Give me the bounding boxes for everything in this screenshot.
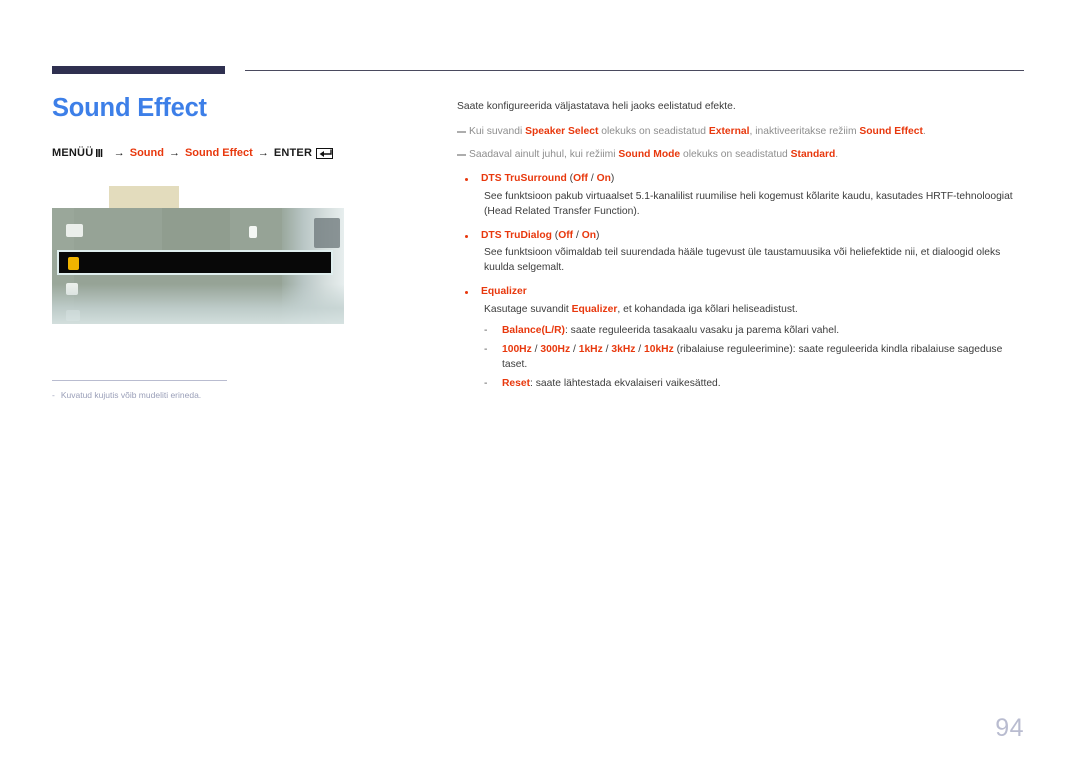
feature-bullet-options: (Off / On) <box>566 172 615 184</box>
text-run: / <box>635 344 644 356</box>
screenshot-caption-rule <box>52 380 227 381</box>
emphasis-term: Sound Effect <box>859 125 923 137</box>
feature-option-value: On <box>581 229 597 241</box>
text-run: / <box>570 344 579 356</box>
feature-bullet-header: Equalizer <box>457 285 1024 300</box>
note-item: Saadaval ainult juhul, kui režiimi Sound… <box>457 148 1024 163</box>
text-run: olekuks on seadistatud <box>680 148 791 160</box>
text-run: , et kohandada iga kõlari heliseadistust… <box>617 304 798 316</box>
sub-item-text: 100Hz / 300Hz / 1kHz / 3kHz / 10kHz (rib… <box>502 343 1024 373</box>
menu-path-step-sound: Sound <box>129 147 164 160</box>
tv-menu-tab-highlight <box>109 186 179 210</box>
text-run: Saadaval ainult juhul, kui režiimi <box>469 148 619 160</box>
tv-menu-panel-column <box>162 208 230 252</box>
note-dash-icon <box>457 153 466 156</box>
emphasis-term: Sound Mode <box>618 148 681 160</box>
emphasis-term: 3kHz <box>611 344 636 356</box>
emphasis-term: Speaker Select <box>525 125 599 137</box>
sub-dash-icon: - <box>484 344 488 356</box>
tv-menu-selected-row <box>57 250 333 275</box>
text-run: : saate lähtestada ekvalaiseri vaikesätt… <box>530 377 721 389</box>
emphasis-term: 10kHz <box>644 344 674 356</box>
note-text: Saadaval ainult juhul, kui režiimi Sound… <box>469 148 1024 163</box>
page-root: { "colors": { "accent_red": "#e8380d", "… <box>0 0 1080 763</box>
tv-menu-selected-row-icon <box>68 257 79 270</box>
emphasis-term: Reset <box>502 377 531 389</box>
text-run: : saate reguleerida tasakaalu vasaku ja … <box>564 325 840 337</box>
left-column: Sound Effect MENÜÜ Ⅲ → Sound → Sound Effe… <box>52 94 407 161</box>
enter-label: ENTER <box>273 147 313 160</box>
feature-option-value: Off <box>573 172 588 184</box>
bullet-dot-icon <box>465 234 468 238</box>
feature-option-value: On <box>596 172 611 184</box>
tv-menu-row-icon-right <box>249 226 257 238</box>
emphasis-term: Equalizer <box>571 304 618 316</box>
feature-bullet-header: DTS TruDialog (Off / On) <box>457 229 1024 244</box>
arrow-icon-3: → <box>257 147 269 160</box>
caption-text: Kuvatud kujutis võib mudeliti erineda. <box>60 390 202 400</box>
emphasis-term: External <box>708 125 750 137</box>
arrow-icon-1: → <box>113 147 125 160</box>
emphasis-term: Standard <box>790 148 836 160</box>
note-item: Kui suvandi Speaker Select olekuks on se… <box>457 125 1024 140</box>
feature-bullet-body: See funktsioon võimaldab teil suurendada… <box>484 247 1001 274</box>
notes-list: Kui suvandi Speaker Select olekuks on se… <box>457 125 1024 163</box>
feature-bullet: DTS TruSurround (Off / On) See funktsioon… <box>457 172 1024 220</box>
feature-bullet: Equalizer Kasutage suvandit Equalizer, et… <box>457 285 1024 392</box>
bullet-dot-icon <box>465 291 468 295</box>
feature-sub-list: - Balance(L/R): saate reguleerida tasakaa… <box>484 324 1024 392</box>
screenshot-caption: - Kuvatud kujutis võib mudeliti erineda. <box>52 390 232 401</box>
header-rule-group <box>52 66 1024 76</box>
right-column: Saate konfigureerida väljastatava heli j… <box>457 100 1024 396</box>
feature-bullet-body: See funktsioon pakub virtuaalset 5.1-kan… <box>484 190 1013 217</box>
feature-bullet-title: DTS TruDialog (Off / On) <box>481 229 600 241</box>
feature-sub-item: - 100Hz / 300Hz / 1kHz / 3kHz / 10kHz (ri… <box>484 343 1024 373</box>
menu-path-step-sound-effect: Sound Effect <box>184 147 253 160</box>
tv-menu-bottom-fade <box>52 284 344 324</box>
feature-sub-item: - Balance(L/R): saate reguleerida tasakaa… <box>484 324 1024 339</box>
text-run: Kui suvandi <box>469 125 526 137</box>
feature-bullet-list: DTS TruSurround (Off / On) See funktsioon… <box>457 172 1024 392</box>
feature-bullet-title: Equalizer <box>481 286 527 298</box>
sub-dash-icon: - <box>484 325 488 337</box>
feature-bullet-body: Kasutage suvandit Equalizer, et kohandad… <box>484 303 1024 318</box>
menu-button-label: MENÜÜ <box>52 147 94 160</box>
note-text: Kui suvandi Speaker Select olekuks on se… <box>469 125 1024 140</box>
text-run: . <box>835 148 839 160</box>
sub-item-text: Balance(L/R): saate reguleerida tasakaal… <box>502 324 1024 339</box>
page-title: Sound Effect <box>52 94 207 122</box>
feature-bullet-options: (Off / On) <box>551 229 600 241</box>
emphasis-term: Balance(L/R) <box>502 325 565 337</box>
menu-remote-icon: Ⅲ <box>95 147 104 161</box>
tv-menu-right-blob <box>314 218 340 248</box>
arrow-icon-2: → <box>168 147 180 160</box>
emphasis-term: 300Hz <box>540 344 571 356</box>
page-number: 94 <box>995 714 1024 742</box>
text-run: Kasutage suvandit <box>484 304 572 316</box>
enter-key-icon <box>316 148 334 160</box>
header-rule-thick <box>52 66 225 74</box>
header-rule-thin <box>245 70 1024 71</box>
screenshot-caption-block: - Kuvatud kujutis võib mudeliti erineda. <box>52 380 232 401</box>
intro-paragraph: Saate konfigureerida väljastatava heli j… <box>457 101 736 112</box>
feature-bullet-header: DTS TruSurround (Off / On) <box>457 172 1024 187</box>
text-run: olekuks on seadistatud <box>598 125 709 137</box>
emphasis-term: 100Hz <box>502 344 532 356</box>
emphasis-term: 1kHz <box>578 344 603 356</box>
sub-dash-icon: - <box>484 377 488 389</box>
feature-option-value: Off <box>558 229 574 241</box>
text-run: , inaktiveeritakse režiim <box>749 125 860 137</box>
feature-bullet: DTS TruDialog (Off / On) See funktsioon v… <box>457 229 1024 277</box>
bullet-dot-icon <box>465 177 468 181</box>
sub-item-text: Reset: saate lähtestada ekvalaiseri vaik… <box>502 377 1024 392</box>
feature-sub-item: - Reset: saate lähtestada ekvalaiseri vai… <box>484 377 1024 392</box>
text-run: . <box>922 125 926 137</box>
caption-dash: - <box>52 390 55 400</box>
tv-menu-row-icon-1 <box>66 224 83 237</box>
feature-bullet-title: DTS TruSurround (Off / On) <box>481 172 615 184</box>
tv-menu-screenshot <box>52 208 344 324</box>
menu-path-breadcrumb: MENÜÜ Ⅲ → Sound → Sound Effect → ENTER <box>52 147 407 161</box>
note-dash-icon <box>457 130 466 133</box>
